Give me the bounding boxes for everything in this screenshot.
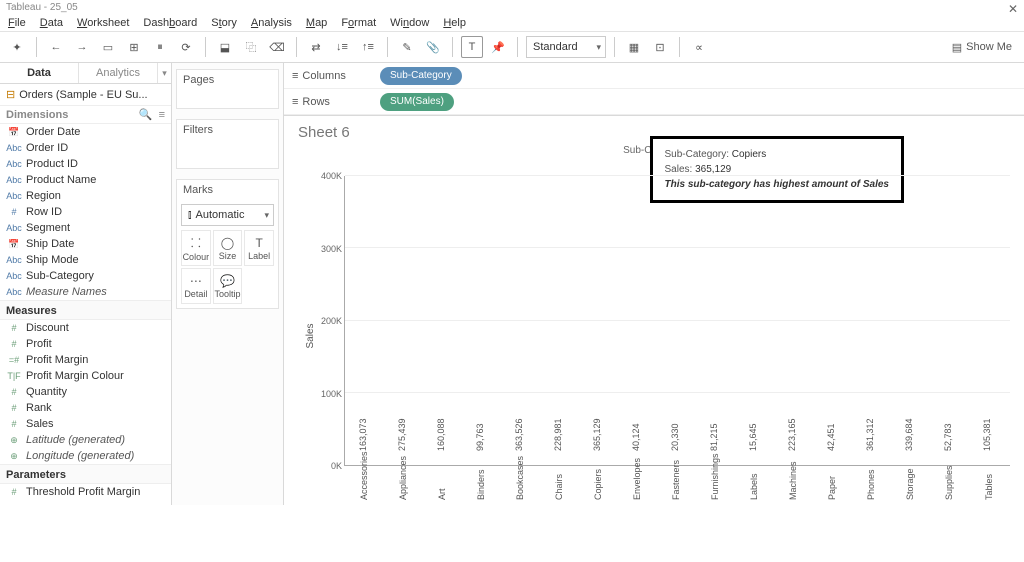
field-discount[interactable]: #Discount [0, 320, 171, 336]
chart-plot-area[interactable]: 163,073275,439160,08899,763363,526228,98… [344, 176, 1010, 466]
cards-panel: Pages Filters Marks ⫾Automatic ⸬Colour◯S… [172, 63, 284, 505]
data-pane: Data Analytics ▾ ⊟ Orders (Sample - EU S… [0, 63, 172, 505]
pages-card[interactable]: Pages [176, 69, 279, 109]
field-ship-date[interactable]: 📅Ship Date [0, 236, 171, 252]
field-region[interactable]: AbcRegion [0, 188, 171, 204]
measures-header: Measures [0, 300, 171, 320]
mark-detail[interactable]: ⋯Detail [181, 268, 211, 304]
field-measure-names[interactable]: AbcMeasure Names [0, 284, 171, 300]
field-longitude-generated-[interactable]: ⊕Longitude (generated) [0, 448, 171, 464]
tab-analytics[interactable]: Analytics [78, 63, 157, 83]
refresh-icon[interactable]: ⟳ [175, 36, 197, 58]
tableau-logo-icon[interactable]: ✦ [6, 36, 28, 58]
undo-icon[interactable]: ← [45, 36, 67, 58]
mark-colour[interactable]: ⸬Colour [181, 230, 211, 266]
new-datasource-icon[interactable]: ⊞ [123, 36, 145, 58]
new-worksheet-icon[interactable]: ⬓ [214, 36, 236, 58]
marks-type-dropdown[interactable]: ⫾Automatic [181, 204, 274, 226]
field-order-date[interactable]: 📅Order Date [0, 124, 171, 140]
field-threshold-profit-margin[interactable]: #Threshold Profit Margin [0, 484, 171, 500]
swap-icon[interactable]: ⇄ [305, 36, 327, 58]
field-latitude-generated-[interactable]: ⊕Latitude (generated) [0, 432, 171, 448]
columns-shelf[interactable]: Sub-Category [374, 67, 1024, 85]
dimensions-header: Dimensions [6, 109, 133, 121]
labels-toggle-icon[interactable]: T [461, 36, 483, 58]
duplicate-icon[interactable]: ⿻ [240, 36, 262, 58]
toolbar: ✦ ← → ▭ ⊞ ⏸ ⟳ ⬓ ⿻ ⌫ ⇄ ↓≡ ↑≡ ✎ 📎 T 📌 Stan… [0, 32, 1024, 63]
mark-size[interactable]: ◯Size [213, 230, 243, 266]
sort-desc-icon[interactable]: ↑≡ [357, 36, 379, 58]
tab-data[interactable]: Data [0, 63, 78, 83]
redo-icon[interactable]: → [71, 36, 93, 58]
menu-window[interactable]: Window [390, 17, 429, 29]
close-icon[interactable]: ✕ [1008, 2, 1018, 16]
marks-card[interactable]: Marks ⫾Automatic ⸬Colour◯SizeTLabel⋯Deta… [176, 179, 279, 309]
menu-bar: File Data Worksheet Dashboard Story Anal… [0, 15, 1024, 32]
cards-icon[interactable]: ⊡ [649, 36, 671, 58]
datasource-icon: ⊟ [6, 88, 15, 101]
menu-analysis[interactable]: Analysis [251, 17, 292, 29]
menu-format[interactable]: Format [341, 17, 376, 29]
menu-map[interactable]: Map [306, 17, 327, 29]
field-ship-mode[interactable]: AbcShip Mode [0, 252, 171, 268]
menu-data[interactable]: Data [40, 17, 63, 29]
clear-icon[interactable]: ⌫ [266, 36, 288, 58]
field-order-id[interactable]: AbcOrder ID [0, 140, 171, 156]
field-product-name[interactable]: AbcProduct Name [0, 172, 171, 188]
sort-asc-icon[interactable]: ↓≡ [331, 36, 353, 58]
menu-help[interactable]: Help [443, 17, 466, 29]
menu-story[interactable]: Story [211, 17, 237, 29]
pill-sum-sales[interactable]: SUM(Sales) [380, 93, 454, 111]
rows-shelf[interactable]: SUM(Sales) [374, 93, 1024, 111]
search-icon[interactable]: 🔍 [139, 108, 153, 121]
datasource-row[interactable]: ⊟ Orders (Sample - EU Su... [0, 84, 171, 106]
columns-shelf-label: ≡Columns [284, 70, 374, 82]
field-profit[interactable]: #Profit [0, 336, 171, 352]
pill-sub-category[interactable]: Sub-Category [380, 67, 462, 85]
mark-tooltip[interactable]: 💬Tooltip [213, 268, 243, 304]
pane-menu-icon[interactable]: ▾ [157, 63, 171, 83]
field-profit-margin[interactable]: =#Profit Margin [0, 352, 171, 368]
mark-label[interactable]: TLabel [244, 230, 274, 266]
presentation-icon[interactable]: ▦ [623, 36, 645, 58]
field-row-id[interactable]: #Row ID [0, 204, 171, 220]
show-me-button[interactable]: ▤ Show Me [946, 41, 1018, 54]
menu-file[interactable]: File [8, 17, 26, 29]
menu-dashboard[interactable]: Dashboard [143, 17, 197, 29]
window-title: Tableau - 25_05 [0, 0, 1024, 15]
field-sales[interactable]: #Sales [0, 416, 171, 432]
pause-auto-updates-icon[interactable]: ⏸ [149, 36, 171, 58]
show-me-icon: ▤ [952, 41, 962, 54]
filter-icon[interactable]: ≡ [159, 109, 165, 121]
fit-dropdown[interactable]: Standard [526, 36, 606, 58]
parameters-header: Parameters [0, 464, 171, 484]
filters-card[interactable]: Filters [176, 119, 279, 169]
field-quantity[interactable]: #Quantity [0, 384, 171, 400]
highlight-icon[interactable]: ✎ [396, 36, 418, 58]
field-product-id[interactable]: AbcProduct ID [0, 156, 171, 172]
share-icon[interactable]: ∝ [688, 36, 710, 58]
pin-icon[interactable]: 📌 [487, 36, 509, 58]
worksheet-view: ≡Columns Sub-Category ≡Rows SUM(Sales) S… [284, 63, 1024, 505]
rows-shelf-label: ≡Rows [284, 96, 374, 108]
field-rank[interactable]: #Rank [0, 400, 171, 416]
group-icon[interactable]: 📎 [422, 36, 444, 58]
field-profit-margin-colour[interactable]: T|FProfit Margin Colour [0, 368, 171, 384]
menu-worksheet[interactable]: Worksheet [77, 17, 129, 29]
save-icon[interactable]: ▭ [97, 36, 119, 58]
field-sub-category[interactable]: AbcSub-Category [0, 268, 171, 284]
field-segment[interactable]: AbcSegment [0, 220, 171, 236]
